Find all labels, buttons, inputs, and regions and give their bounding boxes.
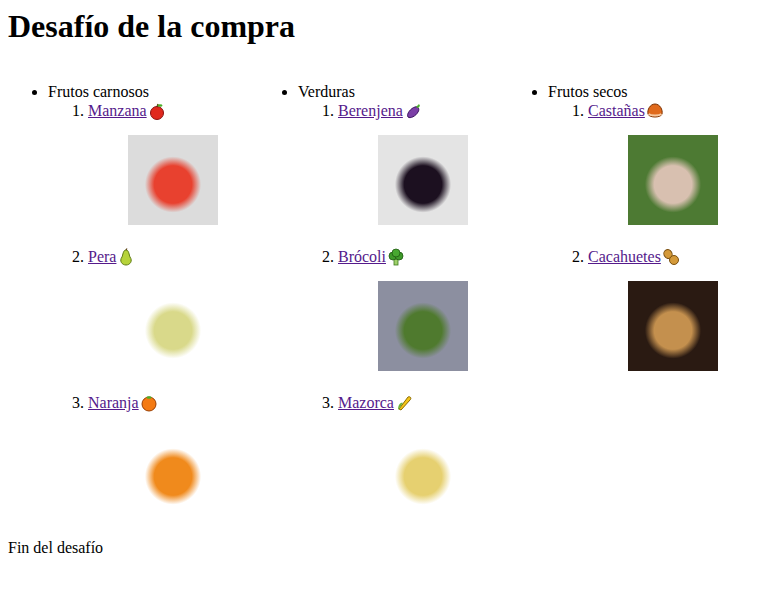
chestnut-icon[interactable] — [646, 102, 664, 120]
product-item: 2.Pera — [48, 247, 258, 371]
product-item: 1.Manzana — [48, 101, 258, 225]
item-list: 1.Berenjena 2.Brócoli 3.Mazorca — [298, 101, 508, 517]
product-link[interactable]: Berenjena — [338, 102, 422, 120]
category-list: Frutos carnosos1.Manzana2.Pera3.Naranja — [8, 83, 258, 517]
category-column: Frutos carnosos1.Manzana2.Pera3.Naranja — [8, 83, 258, 539]
product-row: 1.Berenjena — [298, 101, 508, 121]
product-photo — [628, 135, 718, 225]
product-photo — [128, 135, 218, 225]
product-item: 2.Cacahuetes — [548, 247, 758, 371]
product-photo — [378, 427, 468, 517]
product-link[interactable]: Castañas — [588, 102, 664, 120]
product-label[interactable]: Brócoli — [338, 248, 386, 266]
apple-icon[interactable] — [148, 102, 166, 120]
product-label[interactable]: Pera — [88, 248, 116, 266]
item-number: 1. — [48, 102, 88, 120]
product-link[interactable]: Manzana — [88, 102, 166, 120]
product-label[interactable]: Mazorca — [338, 394, 394, 412]
product-label[interactable]: Berenjena — [338, 102, 403, 120]
category-name: Verduras — [298, 83, 355, 100]
product-label[interactable]: Castañas — [588, 102, 645, 120]
product-row: 2.Pera — [48, 247, 258, 267]
photo-wrap — [588, 135, 758, 225]
category-column: Verduras1.Berenjena2.Brócoli3.Mazorca — [258, 83, 508, 539]
item-number: 2. — [298, 248, 338, 266]
product-row: 1.Castañas — [548, 101, 758, 121]
photo-wrap — [588, 281, 758, 371]
product-link[interactable]: Pera — [88, 248, 135, 266]
product-photo — [378, 135, 468, 225]
product-link[interactable]: Naranja — [88, 394, 158, 412]
product-photo — [128, 427, 218, 517]
product-link[interactable]: Mazorca — [338, 394, 413, 412]
category-columns: Frutos carnosos1.Manzana2.Pera3.NaranjaV… — [8, 83, 769, 539]
product-label[interactable]: Cacahuetes — [588, 248, 661, 266]
item-number: 1. — [298, 102, 338, 120]
page-title: Desafío de la compra — [8, 8, 769, 45]
product-row: 2.Brócoli — [298, 247, 508, 267]
item-list: 1.Castañas 2.Cacahuetes — [548, 101, 758, 371]
item-number: 3. — [48, 394, 88, 412]
photo-wrap — [88, 281, 258, 371]
photo-wrap — [88, 427, 258, 517]
category-list: Verduras1.Berenjena2.Brócoli3.Mazorca — [258, 83, 508, 517]
footer-text: Fin del desafío — [8, 539, 769, 557]
corn-icon[interactable] — [395, 394, 413, 412]
item-number: 2. — [48, 248, 88, 266]
photo-wrap — [88, 135, 258, 225]
photo-wrap — [338, 135, 508, 225]
orange-icon[interactable] — [140, 394, 158, 412]
product-photo — [128, 281, 218, 371]
product-row: 2.Cacahuetes — [548, 247, 758, 267]
product-item: 1.Berenjena — [298, 101, 508, 225]
product-item: 3.Naranja — [48, 393, 258, 517]
product-link[interactable]: Brócoli — [338, 248, 405, 266]
product-item: 2.Brócoli — [298, 247, 508, 371]
category-column: Frutos secos1.Castañas2.Cacahuetes — [508, 83, 758, 539]
item-number: 2. — [548, 248, 588, 266]
pear-icon[interactable] — [117, 248, 135, 266]
product-item: 3.Mazorca — [298, 393, 508, 517]
product-photo — [378, 281, 468, 371]
category-item: Frutos carnosos1.Manzana2.Pera3.Naranja — [48, 83, 258, 517]
item-number: 1. — [548, 102, 588, 120]
category-item: Frutos secos1.Castañas2.Cacahuetes — [548, 83, 758, 371]
category-name: Frutos carnosos — [48, 83, 149, 100]
photo-wrap — [338, 427, 508, 517]
item-list: 1.Manzana 2.Pera 3.Naranja — [48, 101, 258, 517]
product-label[interactable]: Naranja — [88, 394, 139, 412]
category-list: Frutos secos1.Castañas2.Cacahuetes — [508, 83, 758, 371]
product-row: 1.Manzana — [48, 101, 258, 121]
peanut-icon[interactable] — [662, 248, 680, 266]
product-row: 3.Mazorca — [298, 393, 508, 413]
product-item: 1.Castañas — [548, 101, 758, 225]
product-label[interactable]: Manzana — [88, 102, 147, 120]
photo-wrap — [338, 281, 508, 371]
item-number: 3. — [298, 394, 338, 412]
category-item: Verduras1.Berenjena2.Brócoli3.Mazorca — [298, 83, 508, 517]
eggplant-icon[interactable] — [404, 102, 422, 120]
broccoli-icon[interactable] — [387, 248, 405, 266]
product-row: 3.Naranja — [48, 393, 258, 413]
product-photo — [628, 281, 718, 371]
product-link[interactable]: Cacahuetes — [588, 248, 680, 266]
category-name: Frutos secos — [548, 83, 628, 100]
